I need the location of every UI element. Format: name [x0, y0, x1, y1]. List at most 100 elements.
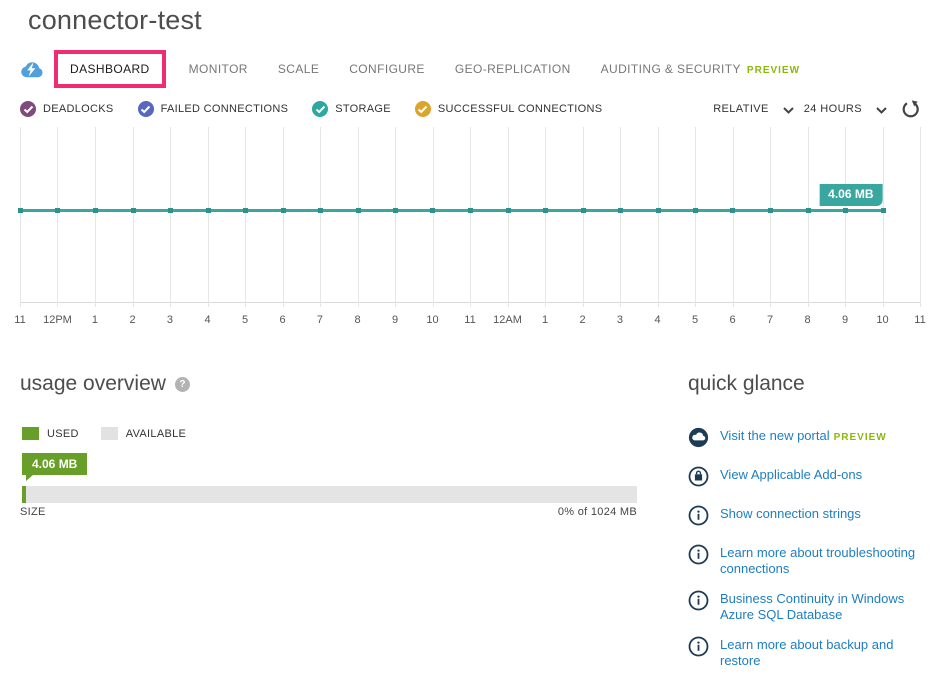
chart-gridline	[208, 127, 209, 307]
quick-glance-section: quick glance Visit the new portalPREVIEW…	[688, 372, 940, 675]
chart-gridline	[808, 127, 809, 307]
metric-check-icon	[415, 101, 431, 117]
x-tick-label: 7	[317, 314, 323, 326]
x-tick-label: 1	[542, 314, 548, 326]
x-tick-label: 9	[392, 314, 398, 326]
series-point-marker	[318, 208, 323, 213]
relative-dropdown[interactable]: RELATIVE	[713, 103, 769, 115]
series-point-marker	[393, 208, 398, 213]
link-troubleshooting-connections[interactable]: Learn more about troubleshooting connect…	[688, 545, 940, 577]
usage-bar	[22, 486, 637, 503]
chart-gridline	[320, 127, 321, 307]
size-label: SIZE	[20, 506, 46, 518]
series-point-marker	[18, 208, 23, 213]
available-swatch	[101, 427, 118, 440]
series-point-marker	[656, 208, 661, 213]
size-value: 0% of 1024 MB	[558, 506, 637, 518]
chart-gridline	[845, 127, 846, 307]
chevron-down-icon[interactable]	[876, 107, 887, 114]
x-tick-label: 3	[617, 314, 623, 326]
chart-plot: 4.06 MB	[20, 127, 920, 303]
metric-toggle-row: DEADLOCKS FAILED CONNECTIONS STORAGE SUC…	[20, 98, 920, 120]
tab-configure[interactable]: CONFIGURE	[334, 62, 440, 76]
series-point-marker	[543, 208, 548, 213]
series-point-marker	[806, 208, 811, 213]
chart-gridline	[920, 127, 921, 307]
tab-dashboard[interactable]: DASHBOARD	[70, 62, 150, 76]
series-point-marker	[618, 208, 623, 213]
x-tick-label: 10	[876, 314, 888, 326]
series-point-marker	[768, 208, 773, 213]
chart-gridline	[20, 127, 21, 307]
x-tick-label: 11	[14, 314, 25, 326]
chart-gridline	[545, 127, 546, 307]
x-tick-label: 2	[129, 314, 135, 326]
chart-gridline	[245, 127, 246, 307]
tab-geo-replication[interactable]: GEO-REPLICATION	[440, 62, 586, 76]
chart-gridline	[57, 127, 58, 307]
addons-bag-icon	[688, 466, 709, 492]
chart-gridline	[283, 127, 284, 307]
chart-gridline	[733, 127, 734, 307]
link-business-continuity[interactable]: Business Continuity in Windows Azure SQL…	[688, 591, 940, 623]
storage-series-line	[20, 209, 883, 212]
metric-toggle-deadlocks[interactable]: DEADLOCKS	[20, 101, 114, 117]
cloud-lightning-icon	[20, 61, 44, 78]
used-amount-badge: 4.06 MB	[22, 453, 87, 475]
x-tick-label: 5	[692, 314, 698, 326]
link-visit-new-portal[interactable]: Visit the new portalPREVIEW	[688, 428, 940, 453]
series-point-marker	[356, 208, 361, 213]
metric-toggle-storage[interactable]: STORAGE	[312, 101, 391, 117]
info-icon	[688, 636, 709, 662]
tab-scale[interactable]: SCALE	[263, 62, 334, 76]
series-point-marker	[430, 208, 435, 213]
chart-x-axis-labels: 1112PM123456789101112AM1234567891011	[20, 314, 920, 330]
link-view-addons[interactable]: View Applicable Add-ons	[688, 467, 940, 492]
chart-gridline	[620, 127, 621, 307]
portal-cloud-icon	[688, 427, 709, 453]
series-point-marker	[206, 208, 211, 213]
x-tick-label: 1	[92, 314, 98, 326]
tab-bar: DASHBOARD MONITOR SCALE CONFIGURE GEO-RE…	[20, 51, 815, 87]
chart-gridline	[508, 127, 509, 307]
series-point-marker	[168, 208, 173, 213]
preview-badge: PREVIEW	[747, 65, 800, 76]
metric-toggle-successful-connections[interactable]: SUCCESSFUL CONNECTIONS	[415, 101, 603, 117]
chevron-down-icon[interactable]	[783, 107, 794, 114]
series-point-marker	[281, 208, 286, 213]
series-point-marker	[93, 208, 98, 213]
refresh-icon[interactable]	[901, 100, 920, 119]
chart-gridline	[358, 127, 359, 307]
x-tick-label: 2	[579, 314, 585, 326]
series-point-marker	[131, 208, 136, 213]
metric-check-icon	[312, 101, 328, 117]
chart-gridline	[470, 127, 471, 307]
usage-bar-used	[22, 486, 26, 503]
tab-monitor[interactable]: MONITOR	[174, 62, 263, 76]
chart-gridline	[883, 127, 884, 307]
usage-overview-section: usage overview ? USED AVAILABLE 4.06 MB …	[20, 372, 640, 518]
metric-toggle-failed-connections[interactable]: FAILED CONNECTIONS	[138, 101, 289, 117]
time-range-dropdown[interactable]: 24 HOURS	[804, 103, 862, 115]
x-tick-label: 12PM	[43, 314, 72, 326]
link-show-connection-strings[interactable]: Show connection strings	[688, 506, 940, 531]
x-tick-label: 6	[279, 314, 285, 326]
series-point-marker	[468, 208, 473, 213]
x-tick-label: 5	[242, 314, 248, 326]
legend-item-used: USED	[22, 427, 79, 440]
chart-tooltip: 4.06 MB	[819, 184, 882, 206]
series-point-marker	[243, 208, 248, 213]
series-point-marker	[730, 208, 735, 213]
help-icon[interactable]: ?	[175, 377, 190, 392]
chart-gridline	[583, 127, 584, 307]
x-tick-label: 8	[354, 314, 360, 326]
preview-badge: PREVIEW	[834, 432, 887, 443]
usage-overview-heading: usage overview	[20, 372, 166, 396]
tab-auditing-security[interactable]: AUDITING & SECURITYPREVIEW	[586, 62, 815, 76]
x-tick-label: 4	[204, 314, 210, 326]
series-point-marker	[881, 208, 886, 213]
chart-gridline	[433, 127, 434, 307]
quick-glance-heading: quick glance	[688, 372, 805, 396]
chart-gridline	[133, 127, 134, 307]
link-backup-restore[interactable]: Learn more about backup and restore	[688, 637, 940, 669]
